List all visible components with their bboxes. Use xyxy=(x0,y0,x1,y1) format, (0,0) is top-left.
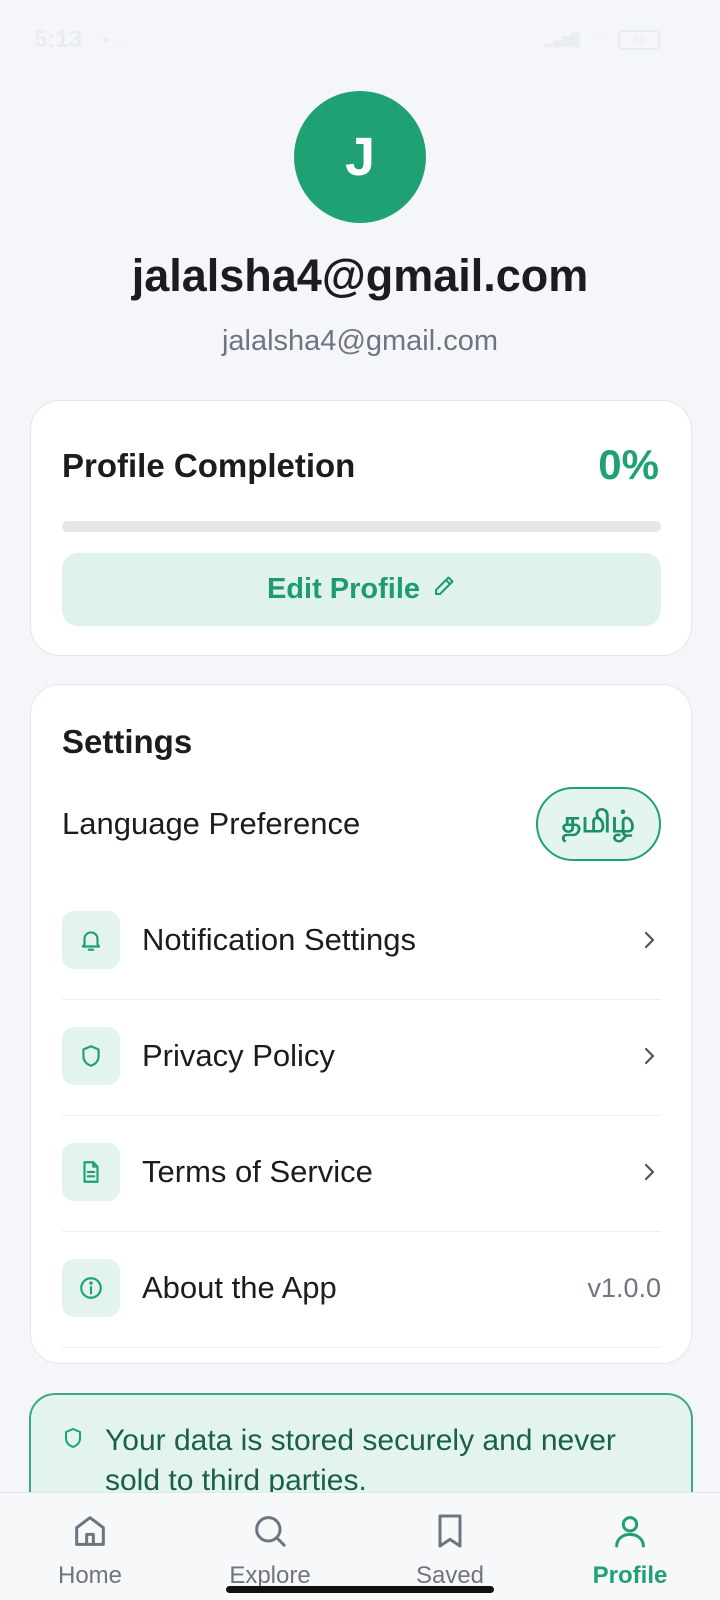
privacy-policy-item[interactable]: Privacy Policy xyxy=(62,997,661,1116)
nav-saved[interactable]: Saved xyxy=(360,1493,540,1600)
info-icon xyxy=(62,1259,120,1317)
shield-icon xyxy=(62,1027,120,1085)
shield-icon xyxy=(61,1425,85,1456)
bell-icon xyxy=(62,911,120,969)
terms-of-service-item[interactable]: Terms of Service xyxy=(62,1113,661,1232)
bottom-navigation: Home Explore Saved Profile xyxy=(0,1492,720,1600)
language-preference-row: Language Preference தமிழ் xyxy=(62,787,661,861)
about-the-app-label: About the App xyxy=(142,1270,337,1305)
pencil-icon xyxy=(432,573,456,606)
signal-icon: ▂▄▆█ xyxy=(544,33,580,47)
terms-of-service-label: Terms of Service xyxy=(142,1154,373,1189)
home-indicator[interactable] xyxy=(226,1586,494,1593)
profile-name: jalalsha4@gmail.com xyxy=(131,250,589,301)
profile-completion-card: Profile Completion 0% Edit Profile xyxy=(30,400,692,656)
app-version: v1.0.0 xyxy=(587,1272,661,1303)
settings-card: Settings Language Preference தமிழ் Notif… xyxy=(30,684,692,1364)
document-icon xyxy=(62,1143,120,1201)
privacy-policy-label: Privacy Policy xyxy=(142,1038,335,1073)
profile-email: jalalsha4@gmail.com xyxy=(221,325,499,357)
notification-settings-label: Notification Settings xyxy=(142,922,416,957)
status-time: 5:13 xyxy=(34,26,83,53)
nav-explore[interactable]: Explore xyxy=(180,1493,360,1600)
wifi-icon: ◠ xyxy=(593,33,604,47)
nav-home-label: Home xyxy=(57,1562,123,1589)
data-security-notice-text: Your data is stored securely and never s… xyxy=(105,1424,616,1497)
edit-profile-label: Edit Profile xyxy=(266,573,421,605)
chevron-right-icon xyxy=(637,1044,661,1068)
language-preference-label: Language Preference xyxy=(62,806,361,841)
nav-home[interactable]: Home xyxy=(0,1493,180,1600)
notification-settings-item[interactable]: Notification Settings xyxy=(62,881,661,1000)
nav-profile[interactable]: Profile xyxy=(540,1493,720,1600)
edit-profile-button[interactable]: Edit Profile xyxy=(62,553,661,626)
settings-title: Settings xyxy=(62,723,193,760)
chevron-right-icon xyxy=(637,928,661,952)
home-icon xyxy=(70,1511,110,1556)
battery-level: 59 xyxy=(632,34,646,46)
about-the-app-item[interactable]: About the App v1.0.0 xyxy=(62,1229,661,1348)
avatar-initial: J xyxy=(344,127,376,187)
status-notification-icon: ✦ ·· xyxy=(100,31,125,48)
profile-completion-title: Profile Completion xyxy=(62,447,356,484)
status-bar: 5:13 ✦ ·· ▂▄▆█ ◠ 59 xyxy=(0,0,720,80)
person-icon xyxy=(610,1511,650,1556)
language-select-chip[interactable]: தமிழ் xyxy=(535,787,661,861)
battery-icon: 59 xyxy=(618,30,660,50)
avatar: J xyxy=(294,91,426,223)
bookmark-icon xyxy=(430,1511,470,1556)
nav-profile-label: Profile xyxy=(592,1562,668,1589)
search-icon xyxy=(250,1511,290,1556)
chevron-right-icon xyxy=(637,1160,661,1184)
profile-completion-progress-bar xyxy=(62,521,661,532)
profile-completion-percent: 0% xyxy=(598,441,659,488)
